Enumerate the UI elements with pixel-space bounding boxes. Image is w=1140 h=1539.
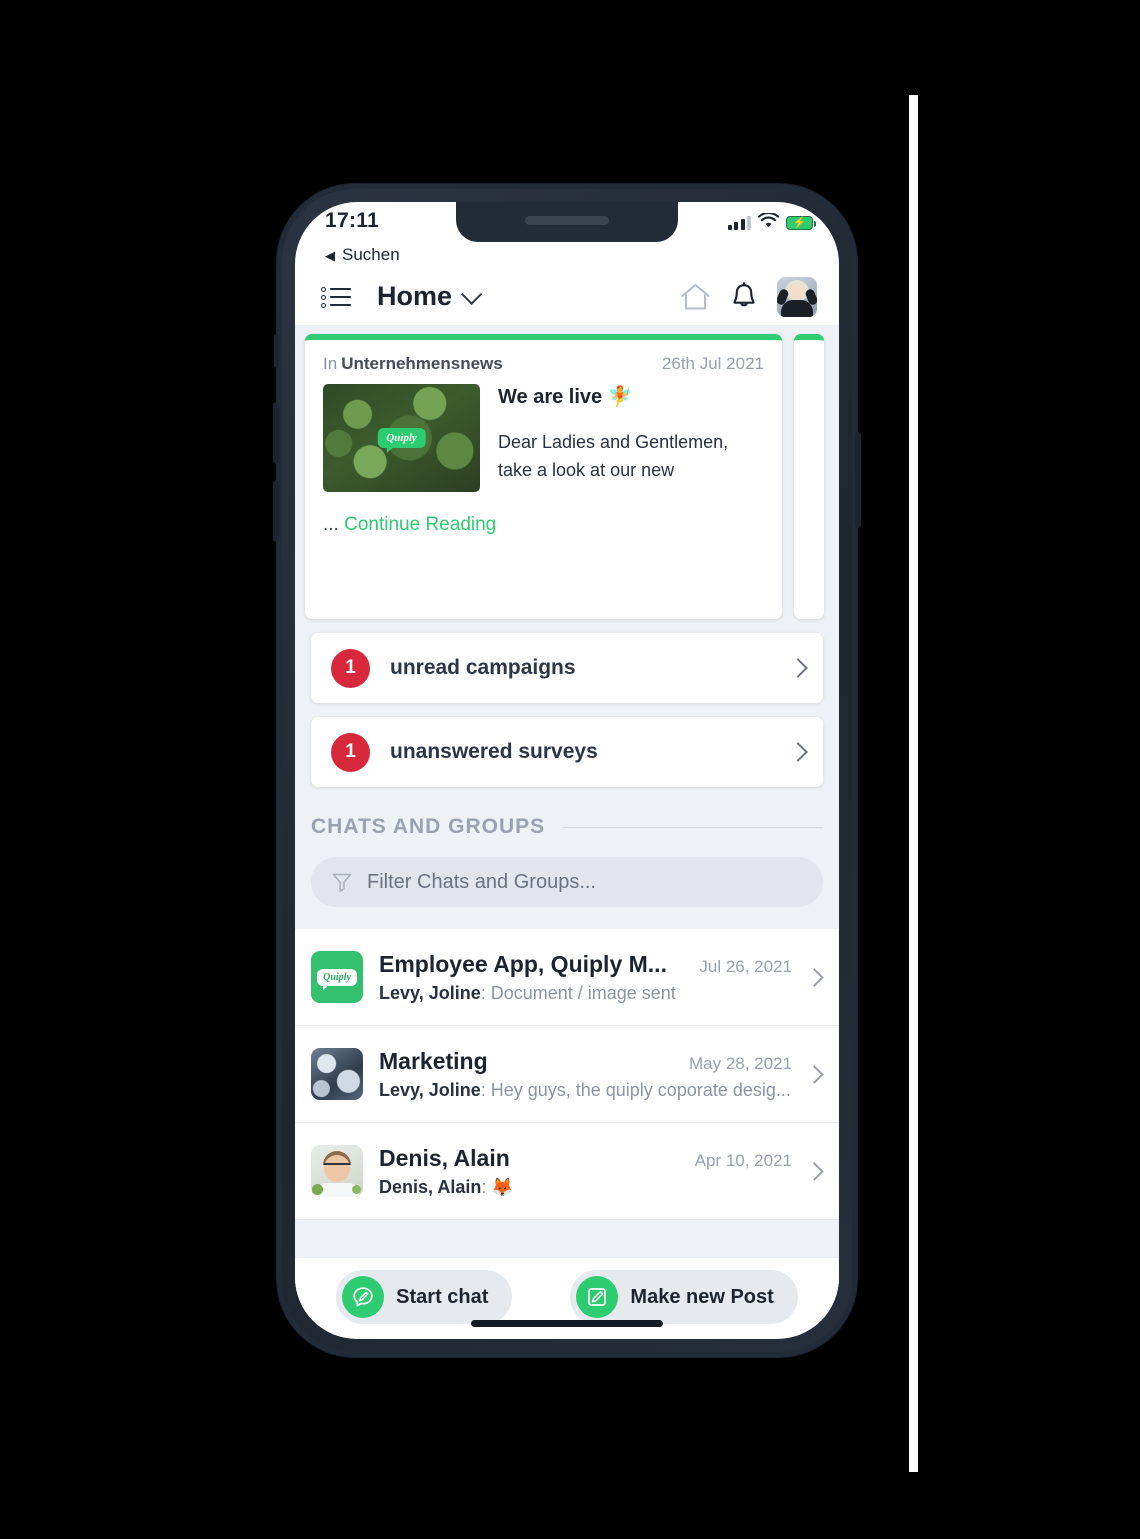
- chat-item-main: Denis, Alain Apr 10, 2021 Denis, Alain: …: [379, 1145, 792, 1198]
- chat-date: Apr 10, 2021: [694, 1150, 792, 1170]
- news-in-label: In: [323, 354, 338, 373]
- ios-status-bar: 17:11 ⚡: [295, 202, 839, 242]
- chat-sender: Levy, Joline: [379, 982, 481, 1003]
- chats-section-header: CHATS AND GROUPS: [311, 815, 823, 839]
- notification-label: unread campaigns: [390, 656, 576, 679]
- news-date: 26th Jul 2021: [661, 354, 764, 373]
- volume-down-button[interactable]: [273, 480, 279, 542]
- divider: [563, 826, 823, 828]
- decorative-accent-line: [909, 95, 918, 1472]
- battery-charging-icon: ⚡: [786, 216, 816, 230]
- marketing-group-avatar: [311, 1048, 363, 1100]
- news-thumbnail-image: Quiply: [323, 384, 480, 492]
- news-card-content: Quiply We are live 🧚 Dear Ladies and Gen…: [305, 384, 782, 492]
- chat-name: Denis, Alain: [379, 1144, 510, 1171]
- phone-device-frame: 17:11 ⚡ ◀ Suchen Home In Unternehmensnew…: [273, 184, 861, 1357]
- phone-screen: 17:11 ⚡ ◀ Suchen Home In Unternehmensnew…: [295, 202, 839, 1339]
- page-title[interactable]: Home: [377, 281, 483, 312]
- news-carousel[interactable]: In Unternehmensnews 26th Jul 2021 Quiply …: [295, 326, 839, 619]
- quiply-logo-avatar: Quiply: [311, 951, 363, 1003]
- list-menu-icon[interactable]: [321, 286, 351, 308]
- volume-up-button[interactable]: [273, 402, 279, 464]
- status-badge: 1: [331, 732, 370, 772]
- pencil-square-icon: [576, 1276, 619, 1318]
- chat-preview: Levy, Joline: Hey guys, the quiply copor…: [379, 1080, 792, 1101]
- notification-row-campaigns[interactable]: 1 unread campaigns: [311, 633, 823, 703]
- chevron-right-icon: [788, 742, 808, 762]
- news-card[interactable]: In Unternehmensnews 26th Jul 2021 Quiply …: [305, 334, 782, 619]
- quiply-logo: Quiply: [377, 428, 426, 453]
- chevron-right-icon: [805, 1064, 824, 1084]
- home-indicator[interactable]: [471, 1320, 663, 1327]
- chat-preview: Denis, Alain: 🦊: [379, 1177, 792, 1198]
- chat-message: : 🦊: [481, 1176, 514, 1197]
- notification-row-surveys[interactable]: 1 unanswered surveys: [311, 717, 823, 787]
- chat-item-main: Employee App, Quiply M... Jul 26, 2021 L…: [379, 951, 792, 1004]
- bottom-action-bar: Start chat Make new Post: [295, 1258, 839, 1336]
- status-badge: 1: [331, 648, 370, 688]
- funnel-icon: [331, 871, 353, 893]
- page-title-label: Home: [377, 281, 453, 311]
- chat-item-header: Employee App, Quiply M... Jul 26, 2021: [379, 951, 792, 978]
- wifi-icon: [757, 211, 780, 233]
- continue-reading-link[interactable]: Continue Reading: [344, 514, 496, 535]
- start-chat-label: Start chat: [396, 1285, 489, 1308]
- news-channel: Unternehmensnews: [341, 354, 503, 373]
- bell-icon[interactable]: [731, 281, 757, 312]
- chat-name: Marketing: [379, 1047, 488, 1074]
- quiply-logo: Quiply: [317, 968, 357, 990]
- stage: 17:11 ⚡ ◀ Suchen Home In Unternehmensnew…: [0, 0, 1140, 1539]
- chat-preview: Levy, Joline: Document / image sent: [379, 983, 792, 1004]
- chat-date: Jul 26, 2021: [699, 956, 792, 976]
- status-indicators: ⚡: [727, 209, 816, 233]
- chat-item-header: Denis, Alain Apr 10, 2021: [379, 1145, 792, 1172]
- notification-label: unanswered surveys: [390, 740, 598, 763]
- cellular-signal-icon: [727, 216, 751, 230]
- chat-item-header: Marketing May 28, 2021: [379, 1048, 792, 1075]
- chat-sender: Denis, Alain: [379, 1176, 482, 1197]
- section-title: CHATS AND GROUPS: [311, 815, 546, 838]
- power-button[interactable]: [855, 432, 861, 528]
- chevron-right-icon: [805, 1161, 824, 1181]
- status-time: 17:11: [325, 209, 380, 232]
- filter-placeholder: Filter Chats and Groups...: [367, 870, 596, 893]
- make-new-post-label: Make new Post: [630, 1285, 774, 1308]
- list-item[interactable]: Quiply Employee App, Quiply M... Jul 26,…: [295, 929, 839, 1026]
- continue-reading-row[interactable]: ... Continue Reading: [305, 492, 782, 536]
- news-text-block: We are live 🧚 Dear Ladies and Gentlemen,…: [498, 384, 764, 492]
- ellipsis: ...: [323, 514, 339, 535]
- news-card-next-peek[interactable]: [794, 334, 824, 619]
- back-arrow-icon: ◀: [325, 247, 335, 263]
- app-header: Home: [295, 268, 839, 326]
- chat-compose-icon: [342, 1276, 385, 1318]
- chevron-down-icon: [461, 283, 483, 305]
- list-item[interactable]: Marketing May 28, 2021 Levy, Joline: Hey…: [295, 1026, 839, 1123]
- chat-name: Employee App, Quiply M...: [379, 950, 667, 977]
- make-new-post-button[interactable]: Make new Post: [570, 1270, 798, 1324]
- home-icon[interactable]: [680, 283, 711, 311]
- chat-sender: Levy, Joline: [379, 1079, 481, 1100]
- start-chat-button[interactable]: Start chat: [336, 1270, 513, 1324]
- news-title: We are live 🧚: [498, 386, 633, 408]
- chevron-right-icon: [788, 658, 808, 678]
- chat-item-main: Marketing May 28, 2021 Levy, Joline: Hey…: [379, 1048, 792, 1101]
- chevron-right-icon: [805, 967, 824, 987]
- header-actions: [680, 276, 817, 317]
- chat-message: : Document / image sent: [480, 982, 676, 1003]
- chat-date: May 28, 2021: [688, 1053, 792, 1073]
- chat-list: Quiply Employee App, Quiply M... Jul 26,…: [295, 929, 839, 1220]
- filter-input[interactable]: Filter Chats and Groups...: [311, 857, 823, 907]
- back-to-search-link[interactable]: ◀ Suchen: [295, 242, 839, 268]
- app-content: In Unternehmensnews 26th Jul 2021 Quiply …: [295, 326, 839, 1336]
- avatar[interactable]: [777, 276, 817, 317]
- list-item[interactable]: Denis, Alain Apr 10, 2021 Denis, Alain: …: [295, 1123, 839, 1220]
- news-body: Dear Ladies and Gentlemen, take a look a…: [498, 432, 729, 480]
- denis-alain-avatar: [311, 1145, 363, 1197]
- silent-switch[interactable]: [274, 334, 279, 368]
- chat-message: : Hey guys, the quiply coporate desig...: [480, 1079, 791, 1100]
- back-label: Suchen: [342, 245, 400, 264]
- news-card-meta: In Unternehmensnews 26th Jul 2021: [305, 340, 782, 384]
- news-channel-group: In Unternehmensnews: [323, 354, 503, 374]
